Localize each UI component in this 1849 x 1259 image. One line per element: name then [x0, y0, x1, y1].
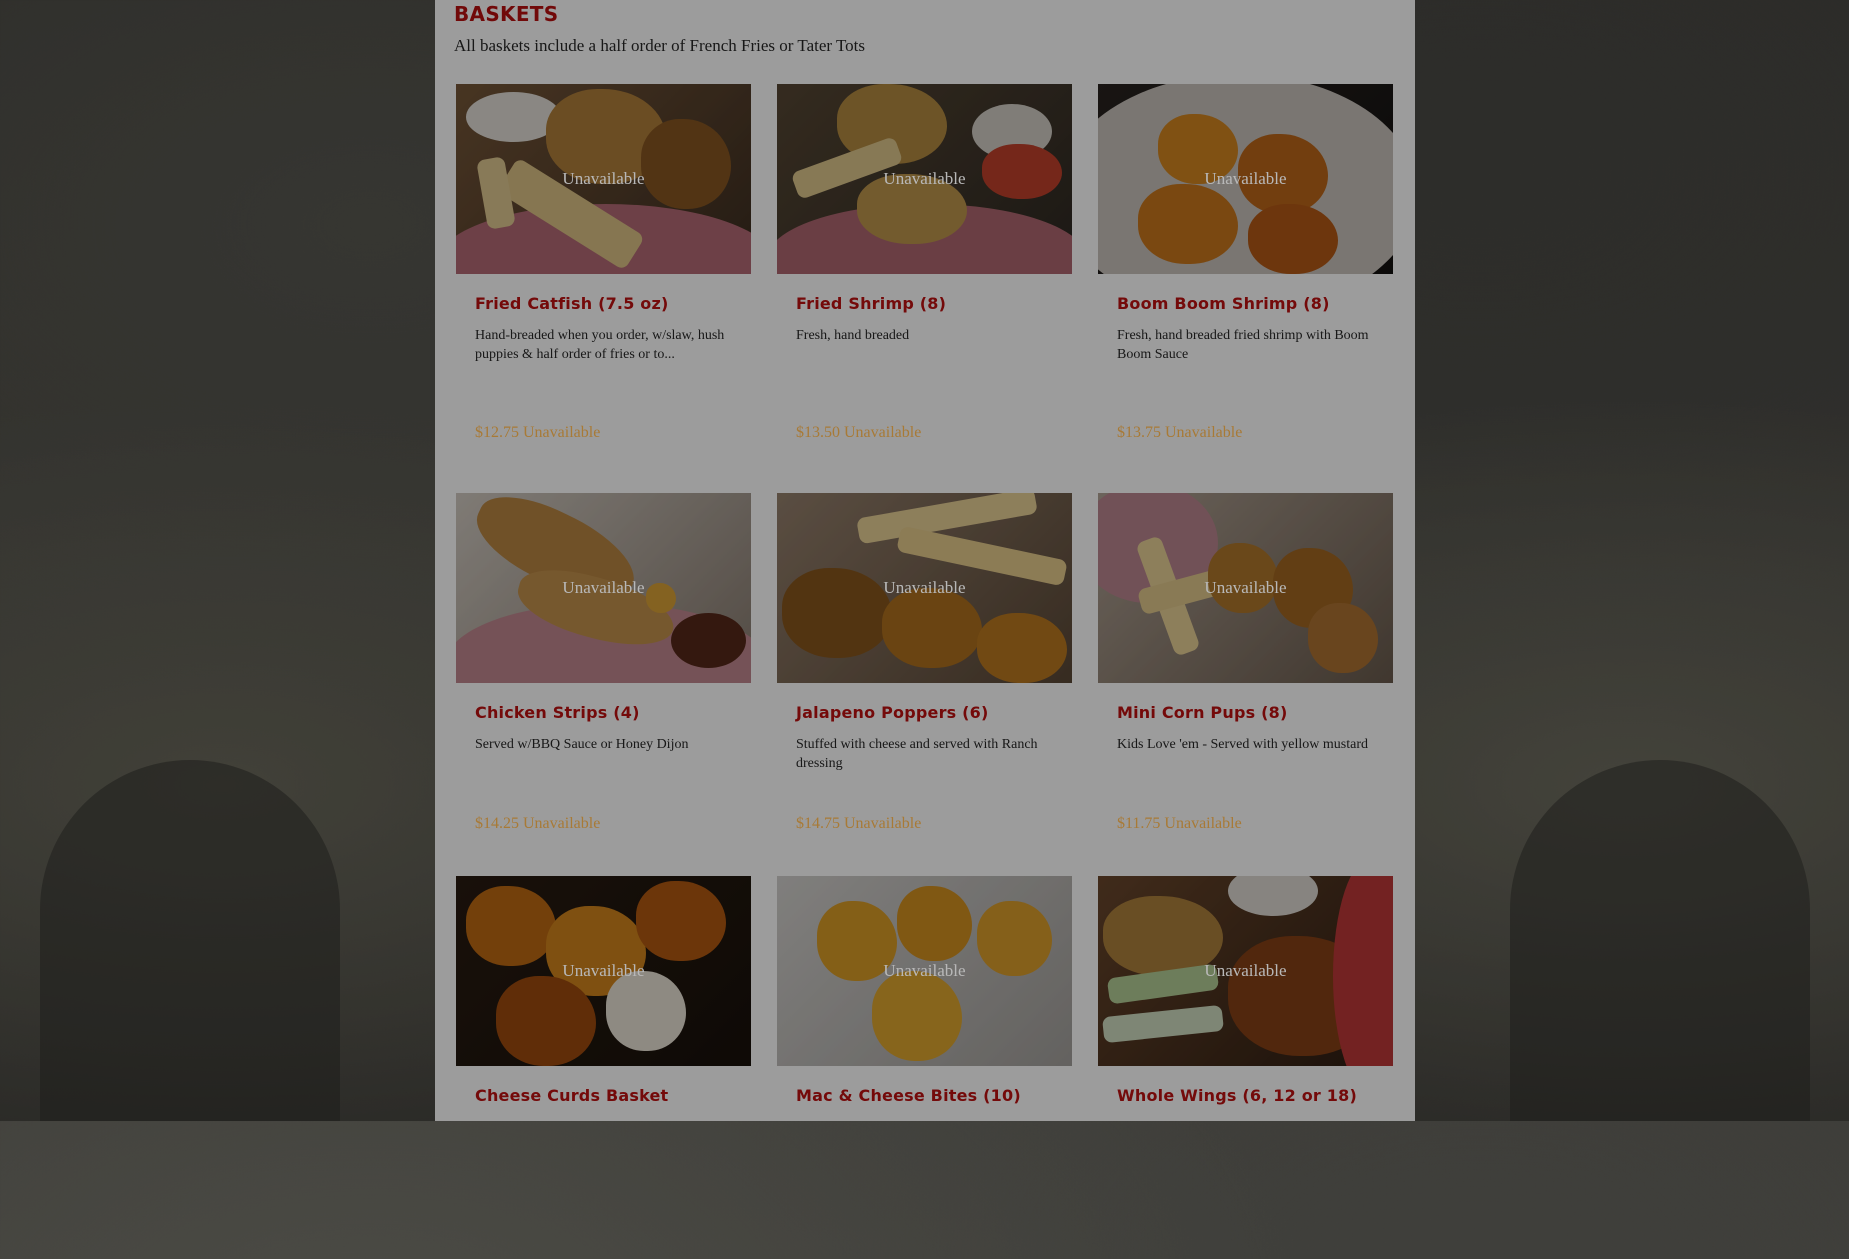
menu-item-fried-shrimp[interactable]: Unavailable Fried Shrimp (8) Fresh, hand…	[777, 84, 1072, 493]
item-photo[interactable]: Unavailable	[456, 876, 751, 1066]
unavailable-overlay: Unavailable	[1204, 961, 1287, 980]
unavailable-overlay: Unavailable	[562, 961, 645, 980]
unavailable-overlay: Unavailable	[562, 169, 645, 188]
item-name[interactable]: Fried Catfish (7.5 oz)	[475, 294, 669, 313]
unavailable-overlay: Unavailable	[1204, 169, 1287, 188]
item-name[interactable]: Cheese Curds Basket	[475, 1086, 668, 1105]
item-price: $14.25 Unavailable	[475, 815, 601, 832]
item-name[interactable]: Chicken Strips (4)	[475, 703, 640, 722]
menu-item-mac-cheese-bites[interactable]: Unavailable Mac & Cheese Bites (10)	[777, 876, 1072, 1259]
item-name[interactable]: Mini Corn Pups (8)	[1117, 703, 1287, 722]
item-description: Fresh, hand breaded fried shrimp with Bo…	[1117, 328, 1369, 362]
item-price: $12.75 Unavailable	[475, 424, 601, 441]
menu-item-cheese-curds[interactable]: Unavailable Cheese Curds Basket	[456, 876, 751, 1259]
item-photo[interactable]: Unavailable	[777, 876, 1072, 1066]
menu-item-fried-catfish[interactable]: Unavailable Fried Catfish (7.5 oz) Hand-…	[456, 84, 751, 493]
item-name[interactable]: Boom Boom Shrimp (8)	[1117, 294, 1330, 313]
menu-item-boom-boom-shrimp[interactable]: Unavailable Boom Boom Shrimp (8) Fresh, …	[1098, 84, 1393, 493]
menu-item-chicken-strips[interactable]: Unavailable Chicken Strips (4) Served w/…	[456, 493, 751, 876]
item-name[interactable]: Fried Shrimp (8)	[796, 294, 946, 313]
item-description: Stuffed with cheese and served with Ranc…	[796, 737, 1038, 771]
background-arch-right	[1510, 760, 1810, 1121]
item-photo[interactable]: Unavailable	[777, 84, 1072, 274]
section-subtitle: All baskets include a half order of Fren…	[454, 36, 866, 55]
item-photo[interactable]: Unavailable	[1098, 493, 1393, 683]
menu-item-mini-corn-pups[interactable]: Unavailable Mini Corn Pups (8) Kids Love…	[1098, 493, 1393, 876]
item-photo[interactable]: Unavailable	[1098, 876, 1393, 1066]
unavailable-overlay: Unavailable	[1204, 578, 1287, 597]
item-price: $11.75 Unavailable	[1117, 815, 1242, 832]
item-description: Hand-breaded when you order, w/slaw, hus…	[475, 328, 725, 362]
item-name[interactable]: Mac & Cheese Bites (10)	[796, 1086, 1021, 1105]
background-arch-left	[40, 760, 340, 1121]
item-price: $13.50 Unavailable	[796, 424, 922, 441]
item-price: $13.75 Unavailable	[1117, 424, 1243, 441]
unavailable-overlay: Unavailable	[883, 169, 966, 188]
section-title: BASKETS	[454, 2, 559, 26]
item-name[interactable]: Whole Wings (6, 12 or 18)	[1117, 1086, 1357, 1105]
unavailable-overlay: Unavailable	[562, 578, 645, 597]
item-description: Kids Love 'em - Served with yellow musta…	[1117, 737, 1368, 752]
item-photo[interactable]: Unavailable	[456, 84, 751, 274]
item-name[interactable]: Jalapeno Poppers (6)	[796, 703, 989, 722]
item-photo[interactable]: Unavailable	[1098, 84, 1393, 274]
item-description: Fresh, hand breaded	[796, 328, 910, 343]
unavailable-overlay: Unavailable	[883, 578, 966, 597]
unavailable-overlay: Unavailable	[883, 961, 966, 980]
menu-panel: BASKETS All baskets include a half order…	[435, 0, 1415, 1121]
menu-item-whole-wings[interactable]: Unavailable Whole Wings (6, 12 or 18)	[1098, 876, 1393, 1259]
item-price: $14.75 Unavailable	[796, 815, 922, 832]
menu-item-jalapeno-poppers[interactable]: Unavailable Jalapeno Poppers (6) Stuffed…	[777, 493, 1072, 876]
item-description: Served w/BBQ Sauce or Honey Dijon	[475, 737, 689, 752]
menu-grid: Unavailable Fried Catfish (7.5 oz) Hand-…	[456, 84, 1394, 1259]
item-photo[interactable]: Unavailable	[777, 493, 1072, 683]
item-photo[interactable]: Unavailable	[456, 493, 751, 683]
